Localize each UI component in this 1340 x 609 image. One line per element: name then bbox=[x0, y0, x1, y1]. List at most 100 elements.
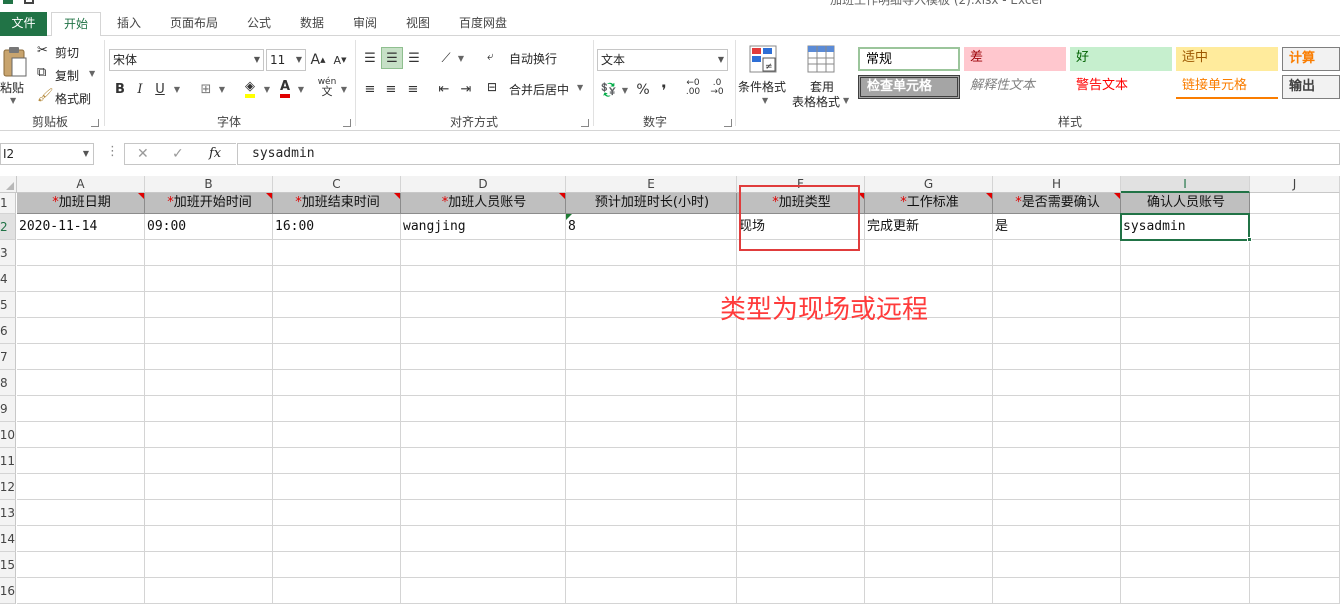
empty-cell[interactable] bbox=[17, 578, 145, 604]
row-header-15[interactable]: 15 bbox=[0, 552, 16, 578]
empty-cell[interactable] bbox=[145, 266, 273, 292]
empty-cell[interactable] bbox=[566, 526, 737, 552]
number-format-select[interactable]: 文本 ▼ bbox=[597, 49, 728, 71]
align-left-button[interactable]: ≡ bbox=[360, 78, 380, 100]
empty-cell[interactable] bbox=[566, 448, 737, 474]
cell-style-2[interactable]: 差 bbox=[964, 47, 1066, 71]
empty-cell[interactable] bbox=[273, 344, 401, 370]
empty-cell[interactable] bbox=[1250, 240, 1340, 266]
empty-cell[interactable] bbox=[1250, 292, 1340, 318]
empty-cell[interactable] bbox=[273, 318, 401, 344]
shrink-font-button[interactable]: A ▼ bbox=[331, 49, 349, 71]
empty-cell[interactable] bbox=[145, 344, 273, 370]
phonetic-dropdown-icon[interactable]: ▼ bbox=[339, 78, 349, 100]
empty-cell[interactable] bbox=[1250, 193, 1340, 214]
copy-button[interactable]: ⧉ 复制 ▼ bbox=[37, 65, 99, 85]
empty-cell[interactable] bbox=[1250, 422, 1340, 448]
empty-cell[interactable] bbox=[401, 370, 566, 396]
empty-cell[interactable] bbox=[865, 448, 993, 474]
header-cell-b[interactable]: *加班开始时间 bbox=[145, 193, 273, 214]
empty-cell[interactable] bbox=[273, 500, 401, 526]
font-name-select[interactable]: 宋体 ▼ bbox=[109, 49, 264, 71]
conditional-dropdown-icon[interactable]: ▼ bbox=[762, 96, 768, 105]
empty-cell[interactable] bbox=[1121, 552, 1250, 578]
paste-button[interactable]: 粘贴 ▼ bbox=[0, 42, 30, 108]
font-color-dropdown-icon[interactable]: ▼ bbox=[296, 78, 306, 100]
tab-file[interactable]: 文件 bbox=[0, 12, 47, 36]
underline-button[interactable]: U bbox=[152, 78, 168, 100]
empty-cell[interactable] bbox=[273, 552, 401, 578]
cell-style-6[interactable]: 检查单元格 bbox=[858, 75, 960, 99]
empty-cell[interactable] bbox=[1121, 370, 1250, 396]
empty-cell[interactable] bbox=[566, 474, 737, 500]
tab-home[interactable]: 开始 bbox=[51, 12, 101, 37]
empty-cell[interactable] bbox=[865, 578, 993, 604]
column-header-j[interactable]: J bbox=[1250, 176, 1340, 193]
empty-cell[interactable] bbox=[566, 318, 737, 344]
empty-cell[interactable] bbox=[1250, 526, 1340, 552]
cell-style-7[interactable]: 解释性文本 bbox=[964, 75, 1066, 99]
tab-data[interactable]: 数据 bbox=[288, 12, 336, 36]
align-center-button[interactable]: ≡ bbox=[381, 78, 401, 100]
empty-cell[interactable] bbox=[145, 422, 273, 448]
tab-insert[interactable]: 插入 bbox=[104, 12, 154, 36]
row-header-3[interactable]: 3 bbox=[0, 240, 16, 266]
empty-cell[interactable] bbox=[273, 240, 401, 266]
empty-cell[interactable] bbox=[1121, 396, 1250, 422]
cancel-icon[interactable]: ✕ bbox=[137, 146, 149, 162]
grow-font-button[interactable]: A ▲ bbox=[309, 49, 327, 71]
empty-cell[interactable] bbox=[401, 240, 566, 266]
empty-cell[interactable] bbox=[17, 344, 145, 370]
cell-b2[interactable]: 09:00 bbox=[145, 214, 273, 240]
empty-cell[interactable] bbox=[145, 500, 273, 526]
empty-cell[interactable] bbox=[737, 344, 865, 370]
empty-cell[interactable] bbox=[566, 552, 737, 578]
empty-cell[interactable] bbox=[1121, 474, 1250, 500]
empty-cell[interactable] bbox=[1250, 500, 1340, 526]
wrap-text-button[interactable]: ⤶ 自动换行 bbox=[487, 48, 567, 68]
cell-a2[interactable]: 2020-11-14 bbox=[17, 214, 145, 240]
row-header-6[interactable]: 6 bbox=[0, 318, 16, 344]
fill-color-dropdown-icon[interactable]: ▼ bbox=[262, 78, 272, 100]
empty-cell[interactable] bbox=[401, 500, 566, 526]
empty-cell[interactable] bbox=[17, 396, 145, 422]
row-header-10[interactable]: 10 bbox=[0, 422, 16, 448]
empty-cell[interactable] bbox=[17, 474, 145, 500]
empty-cell[interactable] bbox=[993, 500, 1121, 526]
empty-cell[interactable] bbox=[865, 240, 993, 266]
empty-cell[interactable] bbox=[17, 318, 145, 344]
format-painter-button[interactable]: 🖌 格式刷 bbox=[37, 88, 97, 108]
cell-style-1[interactable]: 常规 bbox=[858, 47, 960, 71]
conditional-formatting-button[interactable]: ≠ 条件格式 ▼ bbox=[738, 42, 790, 108]
empty-cell[interactable] bbox=[993, 552, 1121, 578]
empty-cell[interactable] bbox=[865, 474, 993, 500]
empty-cell[interactable] bbox=[993, 266, 1121, 292]
empty-cell[interactable] bbox=[145, 448, 273, 474]
row-header-9[interactable]: 9 bbox=[0, 396, 16, 422]
select-all-button[interactable] bbox=[0, 176, 17, 193]
empty-cell[interactable] bbox=[401, 318, 566, 344]
empty-cell[interactable] bbox=[401, 396, 566, 422]
column-header-d[interactable]: D bbox=[401, 176, 566, 193]
header-cell-h[interactable]: *是否需要确认 bbox=[993, 193, 1121, 214]
increase-decimal-button[interactable]: ←0.00 bbox=[682, 77, 704, 99]
row-header-14[interactable]: 14 bbox=[0, 526, 16, 552]
empty-cell[interactable] bbox=[566, 396, 737, 422]
table-dropdown-icon[interactable]: ▼ bbox=[843, 96, 849, 105]
empty-cell[interactable] bbox=[145, 240, 273, 266]
cell-e2[interactable]: 8 bbox=[566, 214, 737, 240]
borders-button[interactable]: ⊞ bbox=[197, 78, 215, 100]
tab-baidu-netdisk[interactable]: 百度网盘 bbox=[447, 12, 519, 36]
cell-g2[interactable]: 完成更新 bbox=[865, 214, 993, 240]
cell-style-9[interactable]: 链接单元格 bbox=[1176, 75, 1278, 99]
orientation-dropdown-icon[interactable]: ▼ bbox=[456, 47, 466, 69]
empty-cell[interactable] bbox=[993, 344, 1121, 370]
empty-cell[interactable] bbox=[401, 292, 566, 318]
empty-cell[interactable] bbox=[737, 370, 865, 396]
align-middle-button[interactable]: ☰ bbox=[381, 47, 403, 69]
empty-cell[interactable] bbox=[1250, 396, 1340, 422]
header-cell-e[interactable]: 预计加班时长(小时) bbox=[566, 193, 737, 214]
clipboard-launcher-icon[interactable] bbox=[91, 119, 99, 127]
italic-button[interactable]: I bbox=[132, 78, 148, 100]
column-header-e[interactable]: E bbox=[566, 176, 737, 193]
